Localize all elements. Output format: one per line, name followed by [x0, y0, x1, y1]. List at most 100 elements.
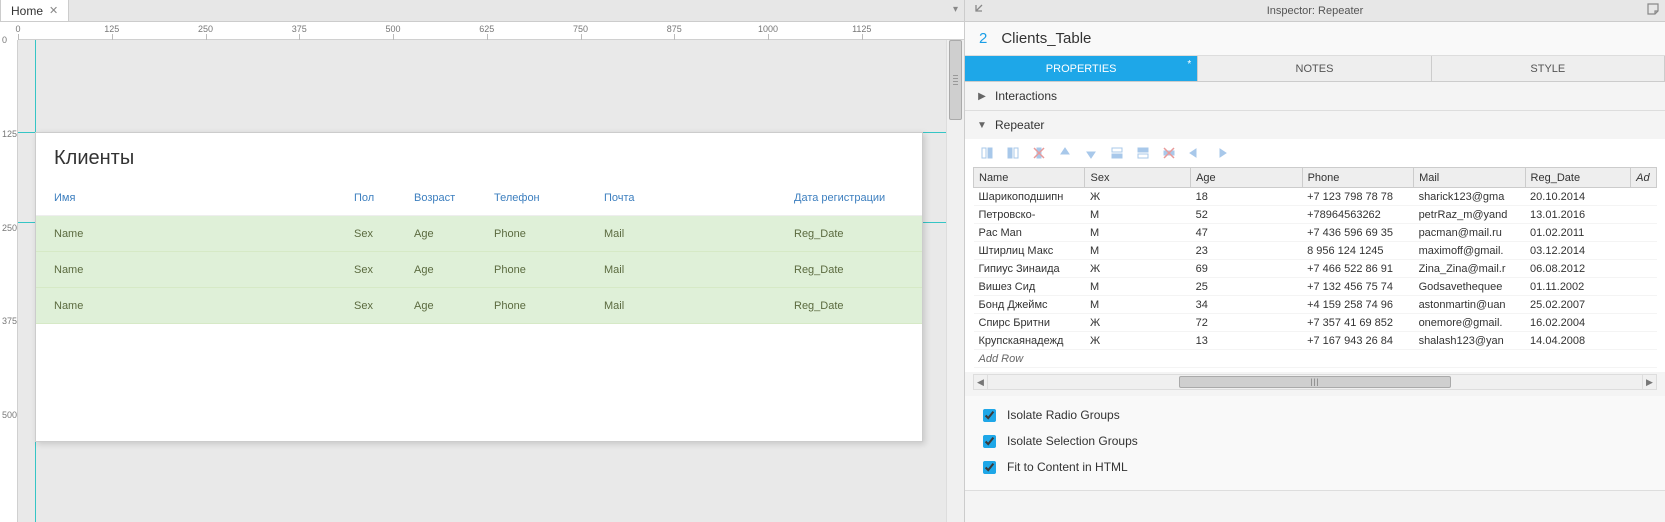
- scrollbar-vertical[interactable]: [946, 40, 964, 522]
- checkbox-input[interactable]: [983, 409, 996, 422]
- grid-cell[interactable]: astonmartin@uan: [1414, 296, 1525, 314]
- grid-cell[interactable]: М: [1085, 242, 1191, 260]
- checkbox-isolate-selection[interactable]: Isolate Selection Groups: [979, 428, 1651, 454]
- grid-cell[interactable]: Pac Man: [974, 224, 1085, 242]
- add-column-right-icon[interactable]: [1005, 145, 1021, 161]
- grid-cell[interactable]: 34: [1191, 296, 1302, 314]
- grid-cell[interactable]: Ж: [1085, 188, 1191, 206]
- grid-cell[interactable]: 13.01.2016: [1525, 206, 1631, 224]
- grid-cell[interactable]: [1631, 314, 1657, 332]
- move-right-icon[interactable]: [1213, 145, 1229, 161]
- tab-home[interactable]: Home ✕: [0, 0, 69, 21]
- grid-row[interactable]: Вишез СидМ25+7 132 456 75 74Godsavethequ…: [974, 278, 1657, 296]
- grid-cell[interactable]: +7 123 798 78 78: [1302, 188, 1413, 206]
- grid-cell[interactable]: Бонд Джеймс: [974, 296, 1085, 314]
- tab-properties[interactable]: PROPERTIES: [965, 56, 1198, 81]
- move-left-icon[interactable]: [1187, 145, 1203, 161]
- tab-style[interactable]: STYLE: [1432, 56, 1665, 81]
- grid-cell[interactable]: 14.04.2008: [1525, 332, 1631, 350]
- grid-cell[interactable]: Шарикоподшипн: [974, 188, 1085, 206]
- grid-col-header[interactable]: Sex: [1085, 168, 1191, 188]
- grid-cell[interactable]: Штирлиц Макс: [974, 242, 1085, 260]
- checkbox-input[interactable]: [983, 461, 996, 474]
- grid-col-header[interactable]: Mail: [1414, 168, 1525, 188]
- section-repeater[interactable]: ▼ Repeater: [965, 111, 1665, 139]
- grid-cell[interactable]: 23: [1191, 242, 1302, 260]
- grid-cell[interactable]: Ж: [1085, 314, 1191, 332]
- add-row-below-icon[interactable]: [1135, 145, 1151, 161]
- grid-cell[interactable]: [1631, 260, 1657, 278]
- grid-cell[interactable]: +7 132 456 75 74: [1302, 278, 1413, 296]
- grid-cell[interactable]: М: [1085, 278, 1191, 296]
- grid-cell[interactable]: sharick123@gma: [1414, 188, 1525, 206]
- delete-column-icon[interactable]: [1031, 145, 1047, 161]
- section-interactions[interactable]: ▶ Interactions: [965, 82, 1665, 110]
- grid-cell[interactable]: Петровско-: [974, 206, 1085, 224]
- grid-col-header[interactable]: Reg_Date: [1525, 168, 1631, 188]
- grid-col-header[interactable]: Phone: [1302, 168, 1413, 188]
- grid-cell[interactable]: Ж: [1085, 260, 1191, 278]
- move-up-icon[interactable]: [1057, 145, 1073, 161]
- grid-cell[interactable]: 13: [1191, 332, 1302, 350]
- grid-cell[interactable]: +78964563262: [1302, 206, 1413, 224]
- grid-row[interactable]: Петровско-М52+78964563262petrRaz_m@yand1…: [974, 206, 1657, 224]
- grid-cell[interactable]: 03.12.2014: [1525, 242, 1631, 260]
- grid-row[interactable]: Гипиус ЗинаидаЖ69+7 466 522 86 91Zina_Zi…: [974, 260, 1657, 278]
- grid-cell[interactable]: [1631, 296, 1657, 314]
- grid-cell[interactable]: Ж: [1085, 332, 1191, 350]
- grid-cell[interactable]: shalash123@yan: [1414, 332, 1525, 350]
- grid-cell[interactable]: +7 436 596 69 35: [1302, 224, 1413, 242]
- grid-cell[interactable]: М: [1085, 224, 1191, 242]
- grid-row[interactable]: Бонд ДжеймсМ34+4 159 258 74 96astonmarti…: [974, 296, 1657, 314]
- repeater-data-grid[interactable]: NameSexAgePhoneMailReg_DateAd Шарикоподш…: [973, 167, 1657, 368]
- grid-cell[interactable]: Гипиус Зинаида: [974, 260, 1085, 278]
- grid-cell[interactable]: pacman@mail.ru: [1414, 224, 1525, 242]
- grid-cell[interactable]: maximoff@gmail.: [1414, 242, 1525, 260]
- collapse-icon[interactable]: [971, 4, 983, 19]
- add-column-left-icon[interactable]: [979, 145, 995, 161]
- grid-col-header[interactable]: Age: [1191, 168, 1302, 188]
- grid-row[interactable]: Спирс БритниЖ72+7 357 41 69 852onemore@g…: [974, 314, 1657, 332]
- grid-row[interactable]: КрупскаянадеждЖ13+7 167 943 26 84shalash…: [974, 332, 1657, 350]
- grid-cell[interactable]: 18: [1191, 188, 1302, 206]
- grid-cell[interactable]: 16.02.2004: [1525, 314, 1631, 332]
- grid-cell[interactable]: +7 167 943 26 84: [1302, 332, 1413, 350]
- checkbox-isolate-radio[interactable]: Isolate Radio Groups: [979, 402, 1651, 428]
- note-icon[interactable]: [1647, 3, 1659, 18]
- grid-cell[interactable]: +7 357 41 69 852: [1302, 314, 1413, 332]
- grid-cell[interactable]: [1631, 332, 1657, 350]
- grid-cell[interactable]: Godsavethequee: [1414, 278, 1525, 296]
- grid-cell[interactable]: onemore@gmail.: [1414, 314, 1525, 332]
- grid-cell[interactable]: 01.11.2002: [1525, 278, 1631, 296]
- grid-row[interactable]: Штирлиц МаксМ238 956 124 1245maximoff@gm…: [974, 242, 1657, 260]
- grid-row[interactable]: Pac ManМ47+7 436 596 69 35pacman@mail.ru…: [974, 224, 1657, 242]
- grid-cell[interactable]: petrRaz_m@yand: [1414, 206, 1525, 224]
- grid-cell[interactable]: +7 466 522 86 91: [1302, 260, 1413, 278]
- grid-cell[interactable]: 52: [1191, 206, 1302, 224]
- grid-cell[interactable]: 47: [1191, 224, 1302, 242]
- object-name[interactable]: Clients_Table: [1001, 30, 1091, 47]
- grid-cell[interactable]: Вишез Сид: [974, 278, 1085, 296]
- close-icon[interactable]: ✕: [49, 4, 58, 17]
- grid-cell[interactable]: 8 956 124 1245: [1302, 242, 1413, 260]
- grid-cell[interactable]: 06.08.2012: [1525, 260, 1631, 278]
- delete-row-icon[interactable]: [1161, 145, 1177, 161]
- grid-cell[interactable]: [1631, 188, 1657, 206]
- grid-cell[interactable]: [1631, 224, 1657, 242]
- grid-cell[interactable]: [1631, 206, 1657, 224]
- scrollbar-thumb[interactable]: [949, 40, 962, 120]
- add-row-above-icon[interactable]: [1109, 145, 1125, 161]
- scrollbar-thumb[interactable]: |||: [1179, 376, 1452, 388]
- canvas[interactable]: Клиенты Имя Пол Возраст Телефон Почта Да…: [18, 40, 964, 522]
- grid-add-column[interactable]: Ad: [1631, 168, 1657, 188]
- grid-cell[interactable]: 72: [1191, 314, 1302, 332]
- grid-col-header[interactable]: Name: [974, 168, 1085, 188]
- grid-cell[interactable]: [1631, 278, 1657, 296]
- table-row[interactable]: NameSexAgePhoneMailReg_Date: [36, 216, 922, 252]
- grid-cell[interactable]: М: [1085, 206, 1191, 224]
- grid-cell[interactable]: Спирс Бритни: [974, 314, 1085, 332]
- checkbox-input[interactable]: [983, 435, 996, 448]
- checkbox-fit-content[interactable]: Fit to Content in HTML: [979, 454, 1651, 480]
- scroll-left-icon[interactable]: ◀: [974, 375, 988, 389]
- grid-cell[interactable]: М: [1085, 296, 1191, 314]
